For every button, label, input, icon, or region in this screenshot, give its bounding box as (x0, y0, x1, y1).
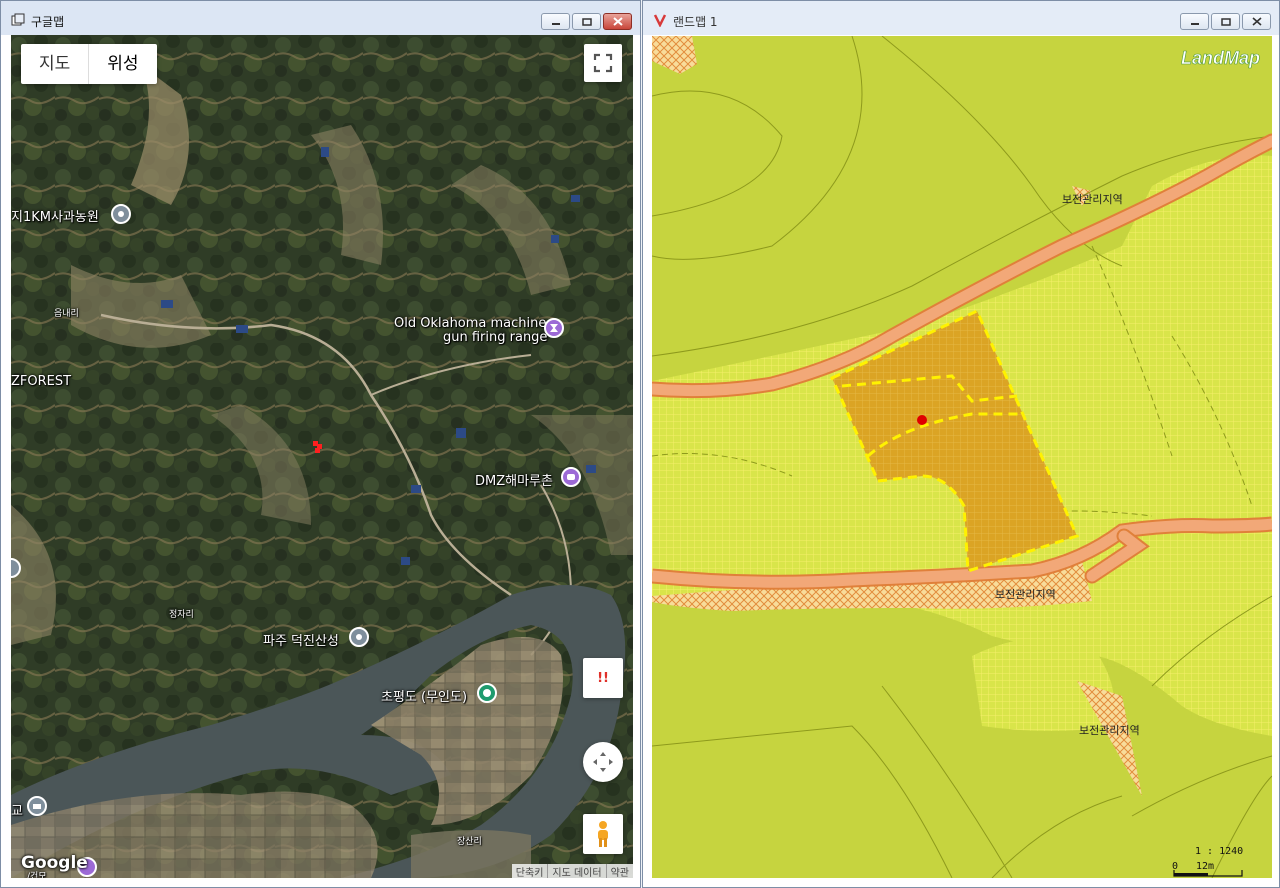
landmap-logo: LandMap (1181, 48, 1261, 69)
poi-label-firing-range-1[interactable]: Old Oklahoma machine (394, 316, 546, 331)
minimize-icon (1190, 22, 1199, 25)
landmap-logo-text: LandMap (1181, 48, 1260, 68)
restore-icon (1220, 17, 1231, 26)
poi-label-deokjin-sanseong[interactable]: 파주 덕진산성 (263, 630, 339, 649)
poi-label-zforest[interactable]: ZFOREST (11, 374, 71, 389)
scale-ratio: 1 : 1240 (1195, 846, 1244, 857)
close-button[interactable] (603, 13, 632, 30)
landmap-app-icon (653, 14, 667, 27)
poi-label-dmz-haemaruchon[interactable]: DMZ해마루촌 (475, 470, 553, 489)
close-icon (612, 17, 623, 26)
window-titlebar[interactable]: 구글맵 (1, 1, 640, 35)
alert-label: !! (597, 670, 609, 686)
satellite-imagery (11, 35, 633, 878)
window-controls (541, 13, 632, 30)
landmap-window: 랜드맵 1 LandMap 보전관리지역 보전관리지역 보전관리지역 1: 1… (642, 0, 1280, 888)
close-button[interactable] (1242, 13, 1271, 30)
restore-icon (581, 17, 592, 26)
camera-control-button[interactable] (583, 742, 623, 782)
terms-link[interactable]: 약관 (605, 863, 633, 878)
map-attribution: 단축키 지도 데이터 약관 (511, 863, 633, 879)
close-icon (1251, 17, 1262, 26)
alert-button[interactable]: !! (583, 658, 623, 698)
map-type-map-button[interactable]: 지도 (21, 44, 88, 84)
poi-label-jeongja-ri: 정자리 (169, 610, 194, 620)
map-type-toggle: 지도 위성 (21, 44, 157, 84)
app-icon (11, 13, 25, 26)
poi-pin-icon[interactable] (111, 204, 131, 224)
park-pin-icon[interactable] (477, 683, 497, 703)
scale-start: 0 (1172, 861, 1179, 872)
window-titlebar[interactable]: 랜드맵 1 (643, 1, 1279, 35)
landmark-pin-icon[interactable] (544, 318, 564, 338)
landmap-zoning-map[interactable]: LandMap 보전관리지역 보전관리지역 보전관리지역 1 : 1240 0 … (652, 36, 1272, 878)
fullscreen-button[interactable] (584, 44, 622, 82)
camera-pin-icon[interactable] (561, 467, 581, 487)
maximize-button[interactable] (1211, 13, 1240, 30)
map-data-link[interactable]: 지도 데이터 (547, 863, 605, 878)
keyboard-shortcuts-link[interactable]: 단축키 (512, 864, 548, 879)
street-view-pegman-button[interactable] (583, 814, 623, 854)
fullscreen-icon (593, 53, 613, 73)
minimize-button[interactable] (541, 13, 570, 30)
window-title: 구글맵 (31, 15, 65, 29)
hotel-pin-icon[interactable] (27, 796, 47, 816)
satellite-map[interactable]: 지1KM사과농원 읍내리 Old Oklahoma machine gun fi… (11, 35, 633, 878)
parcel-marker (917, 415, 927, 425)
google-logo: Google (21, 853, 88, 873)
window-controls (1180, 13, 1271, 30)
scale-end: 12m (1196, 861, 1215, 872)
poi-label-apple-farm[interactable]: 지1KM사과농원 (11, 206, 99, 225)
maximize-button[interactable] (572, 13, 601, 30)
poi-label-chopyeongdo[interactable]: 초평도 (무인도) (381, 686, 467, 705)
map-type-satellite-button[interactable]: 위성 (88, 44, 156, 84)
minimize-button[interactable] (1180, 13, 1209, 30)
zone-label-conservation-1: 보전관리지역 (1062, 193, 1123, 206)
poi-pin-icon[interactable] (349, 627, 369, 647)
zoning-layer (652, 36, 1272, 878)
zone-label-conservation-2: 보전관리지역 (995, 588, 1056, 601)
pan-arrows-icon (593, 752, 613, 772)
poi-label-gyo[interactable]: 교 (11, 800, 23, 819)
minimize-icon (551, 22, 560, 25)
window-title: 랜드맵 1 (673, 15, 718, 29)
google-map-window: 구글맵 지1KM사과농원 읍내리 Old Oklahoma machine gu… (0, 0, 641, 888)
zone-label-conservation-3: 보전관리지역 (1079, 724, 1140, 737)
pegman-icon (598, 821, 608, 847)
poi-label-jangsan-ri: 장산리 (457, 837, 482, 847)
poi-label-firing-range-2[interactable]: gun firing range (443, 330, 547, 345)
poi-label-eupnae-ri: 읍내리 (54, 309, 79, 319)
